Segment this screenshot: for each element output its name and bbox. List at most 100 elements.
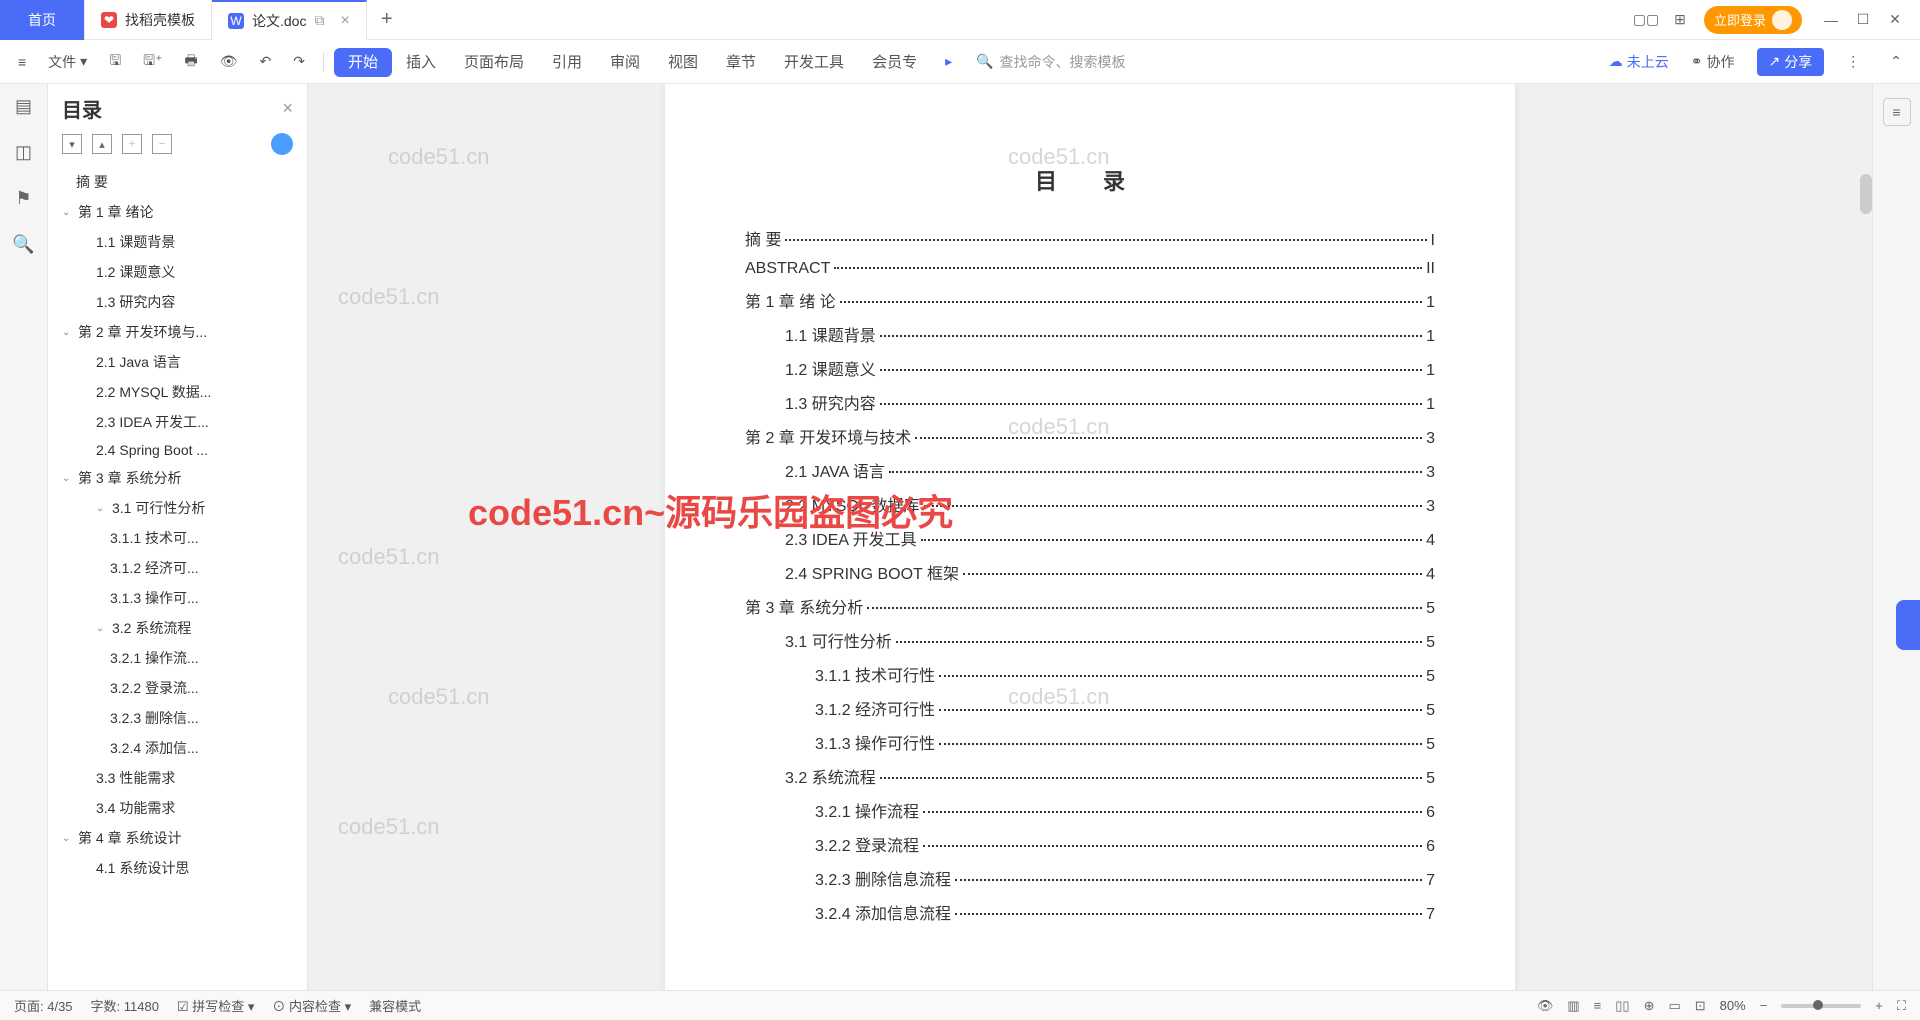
outline-close-icon[interactable]: × (282, 98, 293, 119)
save-icon[interactable]: 🖫 (101, 46, 129, 78)
ribbon-tab-2[interactable]: 页面布局 (450, 48, 538, 77)
outline-item[interactable]: ⌄第 3 章 系统分析 (48, 463, 307, 493)
tab-document[interactable]: W论文.doc⧉× (212, 0, 367, 40)
apps-icon[interactable]: ⊞ (1670, 10, 1690, 30)
toc-row[interactable]: 3.2.1 操作流程6 (745, 798, 1435, 822)
outline-item[interactable]: 2.2 MYSQL 数据... (48, 377, 307, 407)
expand-all-icon[interactable]: ▴ (92, 134, 112, 154)
outline-item[interactable]: 1.2 课题意义 (48, 257, 307, 287)
chevron-down-icon[interactable]: ⌄ (62, 473, 74, 484)
view1-icon[interactable]: ▥ (1567, 998, 1579, 1014)
layout-icon[interactable]: ▢▢ (1636, 10, 1656, 30)
content-check-button[interactable]: ⊙ 内容检查 ▾ (272, 996, 351, 1015)
eye-icon[interactable]: 👁 (1537, 998, 1554, 1014)
file-menu[interactable]: 文件 ▾ (40, 48, 95, 76)
chevron-down-icon[interactable]: ⌄ (96, 503, 108, 514)
outline-list[interactable]: 摘 要⌄第 1 章 绪论1.1 课题背景1.2 课题意义1.3 研究内容⌄第 2… (48, 163, 307, 990)
outline-item[interactable]: ⌄3.2 系统流程 (48, 613, 307, 643)
add-icon[interactable]: + (122, 134, 142, 154)
toc-row[interactable]: 3.1.2 经济可行性5 (745, 696, 1435, 720)
outline-item[interactable]: 3.2.4 添加信... (48, 733, 307, 763)
bookmark-icon[interactable]: ◫ (12, 140, 36, 164)
print-icon[interactable]: 🖶 (176, 46, 205, 78)
ribbon-tab-0[interactable]: 开始 (334, 48, 392, 77)
fullscreen-icon[interactable]: ⛶ (1897, 998, 1906, 1014)
redo-icon[interactable]: ↷ (285, 49, 313, 74)
outline-item[interactable]: 3.4 功能需求 (48, 793, 307, 823)
ribbon-tab-1[interactable]: 插入 (392, 48, 450, 77)
outline-item[interactable]: 3.2.3 删除信... (48, 703, 307, 733)
duplicate-icon[interactable]: ⧉ (314, 12, 324, 29)
outline-item[interactable]: ⌄第 2 章 开发环境与... (48, 317, 307, 347)
outline-item[interactable]: 3.3 性能需求 (48, 763, 307, 793)
toc-row[interactable]: 3.1 可行性分析5 (745, 628, 1435, 652)
outline-item[interactable]: ⌄第 4 章 系统设计 (48, 823, 307, 853)
toc-row[interactable]: 1.1 课题背景1 (745, 322, 1435, 346)
toc-row[interactable]: 2.2 MYSQL 数据库3 (745, 492, 1435, 516)
outline-item[interactable]: 2.3 IDEA 开发工... (48, 407, 307, 437)
coop-button[interactable]: ⚭ 协作 (1683, 48, 1743, 76)
spellcheck-button[interactable]: ☑ 拼写检查 ▾ (177, 996, 254, 1015)
ribbon-tab-4[interactable]: 审阅 (596, 48, 654, 77)
outline-item[interactable]: 3.1.3 操作可... (48, 583, 307, 613)
outline-item[interactable]: 2.4 Spring Boot ... (48, 437, 307, 463)
save-as-icon[interactable]: 🖫⁺ (135, 46, 170, 78)
toc-row[interactable]: 1.2 课题意义1 (745, 356, 1435, 380)
ribbon-tab-8[interactable]: 会员专 (858, 48, 931, 77)
maximize-button[interactable]: ☐ (1848, 5, 1878, 35)
toc-row[interactable]: 第 1 章 绪 论1 (745, 288, 1435, 312)
scrollbar-handle[interactable] (1860, 174, 1872, 214)
toc-row[interactable]: 2.4 SPRING BOOT 框架4 (745, 560, 1435, 584)
tab-home[interactable]: 首页 (0, 0, 85, 40)
chevron-down-icon[interactable]: ⌄ (62, 833, 74, 844)
toc-row[interactable]: 3.2.2 登录流程6 (745, 832, 1435, 856)
compat-mode[interactable]: 兼容模式 (369, 996, 421, 1015)
toc-row[interactable]: 3.1.3 操作可行性5 (745, 730, 1435, 754)
zoom-level[interactable]: 80% (1720, 998, 1746, 1013)
undo-icon[interactable]: ↶ (251, 49, 279, 74)
outline-item[interactable]: 3.2.2 登录流... (48, 673, 307, 703)
chevron-down-icon[interactable]: ⌄ (96, 623, 108, 634)
share-button[interactable]: ↗ 分享 (1757, 48, 1825, 76)
outline-item[interactable]: 3.2.1 操作流... (48, 643, 307, 673)
toc-row[interactable]: 2.3 IDEA 开发工具4 (745, 526, 1435, 550)
view5-icon[interactable]: ▭ (1668, 998, 1680, 1014)
toc-row[interactable]: ABSTRACTII (745, 260, 1435, 278)
zoom-out-icon[interactable]: − (1760, 998, 1768, 1013)
menu-icon[interactable]: ≡ (10, 50, 34, 74)
outline-item[interactable]: 1.1 课题背景 (48, 227, 307, 257)
toc-row[interactable]: 3.2.4 添加信息流程7 (745, 900, 1435, 924)
ribbon-tab-3[interactable]: 引用 (538, 48, 596, 77)
login-button[interactable]: 立即登录 (1704, 6, 1802, 34)
toc-row[interactable]: 1.3 研究内容1 (745, 390, 1435, 414)
close-icon[interactable]: × (340, 12, 349, 30)
toc-row[interactable]: 2.1 JAVA 语言3 (745, 458, 1435, 482)
outline-item[interactable]: 1.3 研究内容 (48, 287, 307, 317)
collapse-all-icon[interactable]: ▾ (62, 134, 82, 154)
ribbon-more[interactable]: ▸ (937, 49, 960, 74)
minimize-button[interactable]: — (1816, 5, 1846, 35)
search-icon[interactable]: 🔍 (12, 232, 36, 256)
toc-row[interactable]: 摘 要I (745, 226, 1435, 250)
toc-row[interactable]: 第 2 章 开发环境与技术3 (745, 424, 1435, 448)
outline-item[interactable]: ⌄第 1 章 绪论 (48, 197, 307, 227)
toc-row[interactable]: 3.2.3 删除信息流程7 (745, 866, 1435, 890)
toc-row[interactable]: 第 3 章 系统分析5 (745, 594, 1435, 618)
zoom-slider[interactable] (1781, 1004, 1861, 1008)
panel-toggle-icon[interactable]: ≡ (1883, 98, 1911, 126)
outline-item[interactable]: ⌄3.1 可行性分析 (48, 493, 307, 523)
zoom-in-icon[interactable]: + (1875, 998, 1883, 1013)
chevron-down-icon[interactable]: ⌄ (62, 207, 74, 218)
ribbon-tab-7[interactable]: 开发工具 (770, 48, 858, 77)
ribbon-tab-6[interactable]: 章节 (712, 48, 770, 77)
chevron-down-icon[interactable]: ⌄ (62, 327, 74, 338)
tab-add[interactable]: + (367, 8, 407, 31)
view4-icon[interactable]: ⊕ (1644, 998, 1655, 1014)
tab-template[interactable]: ❤找稻壳模板 (85, 0, 212, 40)
outline-item[interactable]: 3.1.2 经济可... (48, 553, 307, 583)
zoom-fit-icon[interactable]: ⊡ (1695, 998, 1706, 1014)
remove-icon[interactable]: − (152, 134, 172, 154)
toc-row[interactable]: 3.1.1 技术可行性5 (745, 662, 1435, 686)
preview-icon[interactable]: 👁 (212, 49, 246, 74)
search-input[interactable]: 🔍 查找命令、搜索模板 (976, 52, 1125, 72)
